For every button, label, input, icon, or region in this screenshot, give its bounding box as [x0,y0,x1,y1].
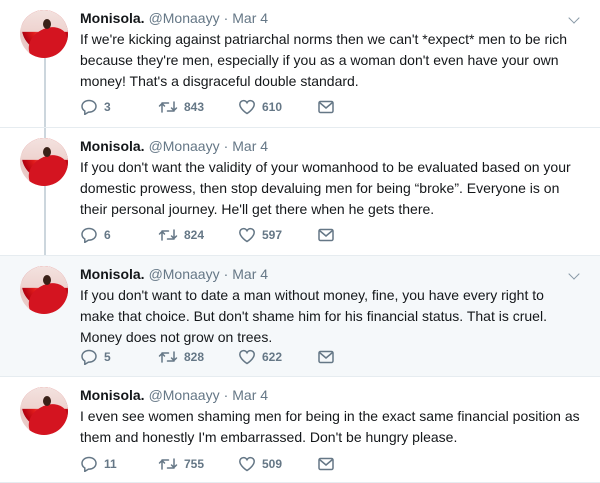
user-handle[interactable]: @Monaayy [149,10,220,26]
reply-button[interactable]: 11 [80,456,117,472]
like-count: 622 [262,350,283,364]
tweet-date[interactable]: Mar 4 [232,387,268,403]
separator-dot: · [223,10,229,26]
user-handle[interactable]: @Monaayy [149,387,220,403]
reply-icon [80,349,98,365]
reply-count: 11 [104,457,117,471]
tweet-text: I even see women shaming men for being i… [80,408,580,445]
avatar[interactable] [20,10,68,58]
like-count: 610 [262,100,283,114]
user-handle[interactable]: @Monaayy [149,266,220,282]
tweet-text: If you don't want to date a man without … [80,287,547,345]
tweet-text: If you don't want the validity of your w… [80,159,571,217]
reply-count: 5 [104,350,111,364]
tweet[interactable]: Monisola. @Monaayy · Mar 4 If we're kick… [0,0,600,128]
tweet-header: Monisola. @Monaayy · Mar 4 [80,136,580,156]
avatar[interactable] [20,138,68,186]
tweet-date[interactable]: Mar 4 [232,266,268,282]
tweet-text: If we're kicking against patriarchal nor… [80,31,568,89]
display-name[interactable]: Monisola. [80,10,145,26]
message-icon [318,100,334,114]
retweet-icon [158,457,178,471]
reply-icon [80,99,98,115]
separator-dot: · [223,387,229,403]
like-icon [238,99,256,115]
retweet-count: 824 [184,228,205,242]
retweet-icon [158,228,178,242]
tweet-header: Monisola. @Monaayy · Mar 4 [80,385,580,405]
tweet-date[interactable]: Mar 4 [232,10,268,26]
tweet-header: Monisola. @Monaayy · Mar 4 [80,264,580,284]
direct-message-button[interactable] [318,100,334,114]
message-icon [318,457,334,471]
like-button[interactable]: 622 [238,349,282,365]
avatar[interactable] [20,387,68,435]
retweet-icon [158,350,178,364]
retweet-count: 755 [184,457,205,471]
retweet-button[interactable]: 755 [158,457,204,471]
tweet[interactable]: Monisola. @Monaayy · Mar 4 If you don't … [0,128,600,256]
display-name[interactable]: Monisola. [80,387,145,403]
like-count: 509 [262,457,283,471]
retweet-count: 843 [184,100,205,114]
retweet-button[interactable]: 843 [158,100,204,114]
like-count: 597 [262,228,283,242]
reply-button[interactable]: 3 [80,99,111,115]
tweet[interactable]: Monisola. @Monaayy · Mar 4 I even see wo… [0,377,600,483]
like-button[interactable]: 610 [238,99,282,115]
reply-button[interactable]: 5 [80,349,111,365]
retweet-button[interactable]: 824 [158,228,204,242]
direct-message-button[interactable] [318,228,334,242]
retweet-button[interactable]: 828 [158,350,204,364]
avatar[interactable] [20,266,68,314]
like-icon [238,227,256,243]
reply-button[interactable]: 6 [80,227,111,243]
like-icon [238,456,256,472]
separator-dot: · [223,266,229,282]
like-button[interactable]: 597 [238,227,282,243]
direct-message-button[interactable] [318,457,334,471]
retweet-icon [158,100,178,114]
user-handle[interactable]: @Monaayy [149,138,220,154]
message-icon [318,350,334,364]
reply-icon [80,456,98,472]
separator-dot: · [223,138,229,154]
like-button[interactable]: 509 [238,456,282,472]
reply-count: 3 [104,100,111,114]
like-icon [238,349,256,365]
tweet-date[interactable]: Mar 4 [232,138,268,154]
direct-message-button[interactable] [318,350,334,364]
tweet-header: Monisola. @Monaayy · Mar 4 [80,8,580,28]
display-name[interactable]: Monisola. [80,266,145,282]
display-name[interactable]: Monisola. [80,138,145,154]
tweet[interactable]: Monisola. @Monaayy · Mar 4 If you don't … [0,256,600,377]
reply-icon [80,227,98,243]
message-icon [318,228,334,242]
retweet-count: 828 [184,350,205,364]
reply-count: 6 [104,228,111,242]
